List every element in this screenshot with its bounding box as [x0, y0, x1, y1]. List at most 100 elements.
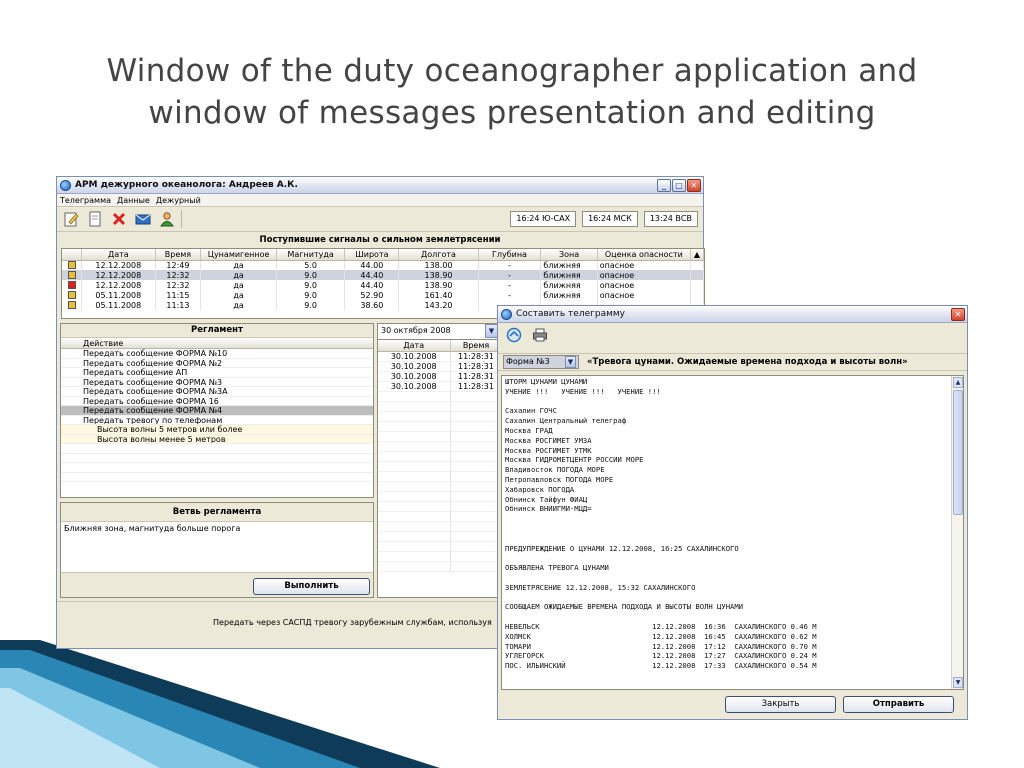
menu-telegram[interactable]: Телеграмма [60, 194, 111, 206]
date-row[interactable]: 30.10.2008 11:28:31 [378, 381, 500, 392]
scroll-up-arrow[interactable]: ▲ [953, 377, 963, 388]
date-cell [378, 431, 451, 442]
regulation-item[interactable]: Высота волны 5 метров или более [61, 425, 373, 435]
time-cell [450, 551, 500, 562]
time-cell [450, 471, 500, 482]
regulation-item[interactable]: Передать сообщение АП [61, 368, 373, 378]
chevron-down-icon[interactable]: ▼ [565, 356, 576, 368]
document-icon[interactable] [85, 209, 105, 229]
mail-icon[interactable] [133, 209, 153, 229]
maximize-button[interactable]: □ [672, 178, 686, 192]
scroll-gutter [690, 290, 704, 300]
date-row[interactable]: 30.10.2008 11:28:31 [378, 351, 500, 362]
signal-time: 12:49 [155, 260, 202, 270]
main-toolbar: 16:24 Ю-САХ 16:24 МСК 13:24 ВСВ [57, 207, 703, 232]
edit-icon[interactable] [61, 209, 81, 229]
date-empty-row [378, 531, 500, 542]
date-row[interactable]: 30.10.2008 11:28:31 [378, 371, 500, 382]
telegram-window-titlebar[interactable]: Составить телеграмму ✕ [498, 306, 967, 323]
signal-zone: ближняя [540, 260, 598, 270]
regulation-item[interactable]: Передать сообщение ФОРМА №3 [61, 378, 373, 387]
col-zone[interactable]: Зона [540, 249, 598, 261]
send-button[interactable]: Отправить [843, 696, 954, 713]
telegram-line [505, 524, 960, 534]
date-cell [378, 461, 451, 472]
signal-date: 12.12.2008 [81, 280, 156, 290]
date-list-panel: 30 октября 2008 ▼ Дата Время 30.10.2008 1… [377, 323, 501, 598]
main-window-titlebar[interactable]: АРМ дежурного океанолога: Андреев А.К. _… [57, 177, 703, 194]
close-telegram-button[interactable]: Закрыть [725, 696, 836, 713]
date-row[interactable]: 30.10.2008 11:28:31 [378, 361, 500, 372]
col-lat[interactable]: Широта [344, 249, 400, 261]
time-cell [450, 411, 500, 422]
col-date[interactable]: Дата [378, 340, 451, 352]
signal-danger: опасное [597, 280, 691, 290]
date-cell [378, 471, 451, 482]
date-cell [378, 481, 451, 492]
telegram-line: Москва РОСГИМЕТ УМЗА [505, 435, 592, 445]
signal-magnitude: 9.0 [276, 270, 346, 280]
col-date[interactable]: Дата [81, 249, 156, 261]
date-select[interactable]: 30 октября 2008 ▼ [378, 324, 500, 340]
menu-duty[interactable]: Дежурный [156, 194, 201, 206]
regulation-empty-row [61, 473, 373, 482]
date-cell [378, 511, 451, 522]
col-magnitude[interactable]: Магнитуда [276, 249, 346, 261]
telegram-line: Москва ГИДРОМЕТЦЕНТР РОССИИ МОРЕ [505, 455, 644, 465]
col-depth[interactable]: Глубина [478, 249, 542, 261]
regulation-item[interactable]: Передать сообщение ФОРМА №2 [61, 359, 373, 368]
date-empty-row [378, 541, 500, 552]
time-cell [450, 541, 500, 552]
telegram-scrollbar[interactable]: ▲ ▼ [951, 376, 963, 689]
signal-zone: ближняя [540, 270, 598, 280]
time-cell [450, 531, 500, 542]
time-cell [450, 401, 500, 412]
col-danger[interactable]: Оценка опасности [597, 249, 691, 261]
date-cell [378, 501, 451, 512]
close-button[interactable]: ✕ [687, 178, 701, 192]
scrollbar-thumb[interactable] [953, 390, 963, 515]
clock-sakhalin: 16:24 Ю-САХ [510, 211, 577, 227]
regulation-item[interactable]: Передать сообщение ФОРМА №3А [61, 387, 373, 397]
regulation-item[interactable]: Передать сообщение ФОРМА 16 [61, 397, 373, 406]
marker-square-icon [67, 261, 76, 270]
signal-row[interactable]: 05.11.2008 11:15 да 9.0 52.90 161.40- ближняя о… [62, 290, 704, 300]
date-empty-row [378, 481, 500, 492]
regulation-panel: Регламент Действие Передать сообщение ФО… [60, 323, 374, 498]
delete-icon[interactable] [109, 209, 129, 229]
col-marker[interactable] [62, 249, 82, 261]
execute-button[interactable]: Выполнить [253, 578, 370, 595]
slide-title: Window of the duty oceanographer applica… [40, 50, 984, 134]
scroll-down-arrow[interactable]: ▼ [953, 677, 963, 688]
menu-data[interactable]: Данные [117, 194, 150, 206]
telegram-text-area[interactable]: ШТОРМ ЦУНАМИ ЦУНАМИ УЧЕНИЕ !!! УЧЕНИЕ !!!… [501, 375, 964, 690]
col-time[interactable]: Время [450, 340, 500, 352]
signal-marker [62, 280, 82, 290]
user-icon[interactable] [157, 209, 177, 229]
minimize-button[interactable]: _ [657, 178, 671, 192]
regulation-item[interactable]: Передать сообщение ФОРМА №10 [61, 349, 373, 359]
regulation-item[interactable]: Передать тревогу по телефонам [61, 416, 373, 425]
signal-depth: - [478, 280, 542, 290]
date-cell [378, 391, 451, 402]
date-empty-row [378, 391, 500, 402]
telegram-line: Обнинск ВНИИГМИ-МЦД= [505, 504, 592, 514]
col-tsunami[interactable]: Цунамигенное [200, 249, 278, 261]
print-icon[interactable] [530, 325, 550, 345]
signal-row[interactable]: 12.12.2008 12:49 да 5.0 44.00 138.00- ближняя о… [62, 260, 704, 270]
signal-depth: - [478, 270, 542, 280]
regulation-item[interactable]: Передать сообщение ФОРМА №4 [61, 406, 373, 416]
form-select[interactable]: Форма №3 ▼ [503, 355, 579, 369]
close-button[interactable]: ✕ [951, 307, 965, 321]
col-time[interactable]: Время [155, 249, 202, 261]
col-lon[interactable]: Долгота [398, 249, 479, 261]
open-icon[interactable] [504, 325, 524, 345]
form-title: «Тревога цунами. Ожидаемые времена подхо… [587, 357, 908, 367]
signal-depth: - [478, 260, 542, 270]
telegram-line: ХОЛМСК 12.12.2008 16:45 САХАЛИНСКОГО 0.6… [505, 631, 817, 641]
scroll-up-arrow[interactable]: ▲ [690, 249, 704, 261]
signal-tsunami: да [200, 260, 278, 270]
signal-row[interactable]: 12.12.2008 12:32 да 9.0 44.40 138.90- ближняя о… [62, 280, 704, 290]
signal-row[interactable]: 12.12.2008 12:32 да 9.0 44.40 138.90- ближняя о… [62, 270, 704, 280]
regulation-item[interactable]: Высота волны менее 5 метров [61, 434, 373, 444]
